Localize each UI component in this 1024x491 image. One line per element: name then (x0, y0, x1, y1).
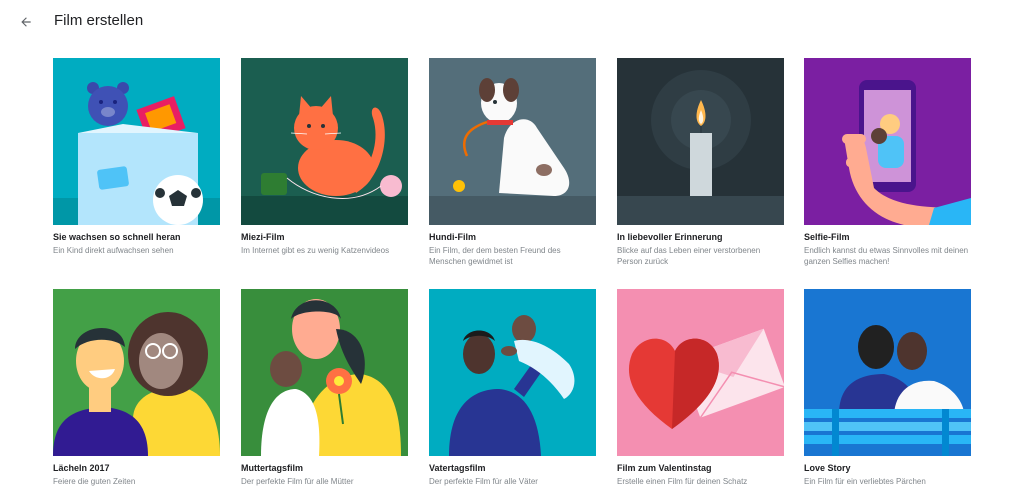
movie-card-smile-2017[interactable]: Lächeln 2017 Feiere die guten Zeiten (53, 289, 220, 487)
card-title: Film zum Valentinstag (617, 463, 712, 473)
card-description: Im Internet gibt es zu wenig Katzenvideo… (241, 246, 390, 255)
card-description: Der perfekte Film für alle Väter (429, 477, 538, 486)
cat-with-yarn-illustration (241, 58, 408, 225)
app-header: Film erstellen (0, 0, 1024, 44)
movie-card-dog[interactable]: Hundi-Film Ein Film, der dem besten Freu… (429, 58, 596, 267)
card-title: Muttertagsfilm (241, 463, 304, 473)
mother-and-child-illustration (241, 289, 408, 456)
card-description: Feiere die guten Zeiten (53, 477, 136, 486)
card-description: Ein Kind direkt aufwachsen sehen (53, 246, 174, 255)
card-thumbnail (429, 58, 596, 225)
card-thumbnail (241, 289, 408, 456)
movie-card-fathers-day[interactable]: Vatertagsfilm Der perfekte Film für alle… (429, 289, 596, 487)
candle-illustration (617, 58, 784, 225)
movie-card-growing-up[interactable]: Sie wachsen so schnell heran Ein Kind di… (53, 58, 220, 256)
movie-card-memorial[interactable]: In liebevoller Erinnerung Blicke auf das… (617, 58, 784, 267)
card-description: Ein Film, der dem besten Freund des Mens… (429, 246, 561, 266)
card-thumbnail (241, 58, 408, 225)
hand-holding-phone-illustration (804, 58, 971, 225)
movie-card-valentines-day[interactable]: Film zum Valentinstag Erstelle einen Fil… (617, 289, 784, 487)
movie-card-selfie[interactable]: Selfie-Film Endlich kannst du etwas Sinn… (804, 58, 971, 267)
card-title: Hundi-Film (429, 232, 476, 242)
card-thumbnail (804, 289, 971, 456)
page-title: Film erstellen (54, 12, 144, 29)
card-thumbnail (804, 58, 971, 225)
card-title: Vatertagsfilm (429, 463, 486, 473)
card-description: Der perfekte Film für alle Mütter (241, 477, 354, 486)
card-title: Selfie-Film (804, 232, 850, 242)
card-title: Miezi-Film (241, 232, 285, 242)
back-button[interactable] (13, 9, 39, 35)
card-thumbnail (617, 289, 784, 456)
movie-card-love-story[interactable]: Love Story Ein Film für ein verliebtes P… (804, 289, 971, 487)
movie-card-cat[interactable]: Miezi-Film Im Internet gibt es zu wenig … (241, 58, 408, 256)
dog-with-leash-illustration (429, 58, 596, 225)
card-description: Erstelle einen Film für deinen Schatz (617, 477, 748, 486)
teddy-bear-toybox-illustration (53, 58, 220, 225)
card-title: Lächeln 2017 (53, 463, 110, 473)
card-thumbnail (53, 58, 220, 225)
card-description: Ein Film für ein verliebtes Pärchen (804, 477, 926, 486)
card-description: Endlich kannst du etwas Sinnvolles mit d… (804, 246, 969, 266)
card-thumbnail (53, 289, 220, 456)
smiling-couple-illustration (53, 289, 220, 456)
card-thumbnail (617, 58, 784, 225)
card-title: Sie wachsen so schnell heran (53, 232, 181, 242)
card-title: Love Story (804, 463, 851, 473)
card-title: In liebevoller Erinnerung (617, 232, 723, 242)
heart-and-envelope-illustration (617, 289, 784, 456)
father-lifting-baby-illustration (429, 289, 596, 456)
card-thumbnail (429, 289, 596, 456)
movie-card-mothers-day[interactable]: Muttertagsfilm Der perfekte Film für all… (241, 289, 408, 487)
arrow-back-icon (21, 17, 31, 27)
couple-on-bench-illustration (804, 289, 971, 456)
card-description: Blicke auf das Leben einer verstorbenen … (617, 246, 761, 266)
